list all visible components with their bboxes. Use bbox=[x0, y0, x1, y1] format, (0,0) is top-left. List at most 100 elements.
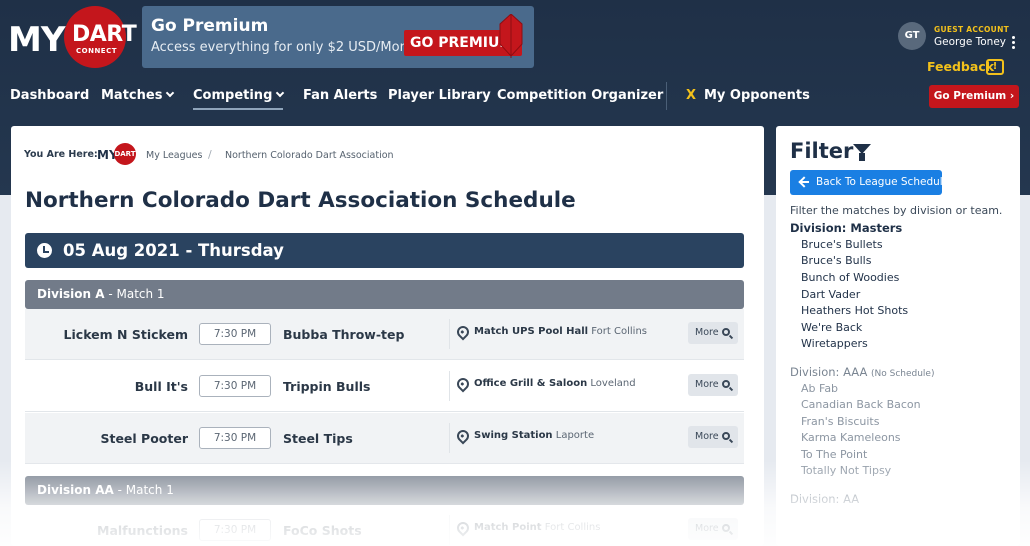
venue[interactable]: Match Point Fort Collins bbox=[474, 522, 600, 533]
home-team[interactable]: Bull It's bbox=[135, 379, 188, 394]
more-button[interactable]: More bbox=[688, 426, 738, 448]
location-pin-icon bbox=[454, 427, 472, 445]
avatar[interactable]: GT bbox=[898, 22, 926, 50]
divider bbox=[449, 515, 450, 545]
home-team[interactable]: Steel Pooter bbox=[100, 431, 188, 446]
home-team[interactable]: Malfunctions bbox=[97, 523, 188, 538]
search-icon bbox=[722, 432, 730, 440]
breadcrumb-separator: / bbox=[208, 148, 212, 161]
match-row: Lickem N Stickem 7:30 PM Bubba Throw-tep… bbox=[25, 309, 744, 360]
filter-team[interactable]: Heathers Hot Shots bbox=[801, 304, 908, 317]
division-name: Division A bbox=[37, 287, 105, 301]
date-header: 05 Aug 2021 - Thursday bbox=[25, 233, 744, 268]
divider bbox=[449, 319, 450, 349]
venue-city: Laporte bbox=[555, 430, 595, 441]
breadcrumb-current: Northern Colorado Dart Association bbox=[225, 150, 394, 161]
back-to-schedule-button[interactable]: Back To League Schedule bbox=[790, 170, 949, 195]
filter-team[interactable]: Canadian Back Bacon bbox=[801, 398, 921, 411]
home-team[interactable]: Lickem N Stickem bbox=[64, 327, 188, 342]
filter-team[interactable]: Bunch of Woodies bbox=[801, 271, 899, 284]
clock-icon bbox=[37, 243, 52, 258]
venue-name: Office Grill & Saloon bbox=[474, 378, 588, 389]
filter-division-aaa[interactable]: Division: AAA (No Schedule) bbox=[790, 365, 934, 379]
main-nav: Dashboard Matches Competing Fan Alerts P… bbox=[0, 82, 1030, 112]
division-header: Division AA - Match 1 bbox=[25, 476, 744, 505]
nav-my-opponents[interactable]: My Opponents bbox=[704, 88, 810, 103]
filter-team[interactable]: Totally Not Tipsy bbox=[801, 464, 891, 477]
filter-team[interactable]: Dart Vader bbox=[801, 288, 860, 301]
venue[interactable]: Office Grill & Saloon Loveland bbox=[474, 378, 636, 389]
filter-team[interactable]: To The Point bbox=[801, 448, 867, 461]
away-team[interactable]: Trippin Bulls bbox=[283, 379, 370, 394]
page-title: Northern Colorado Dart Association Sched… bbox=[25, 188, 576, 213]
division-header: Division A - Match 1 bbox=[25, 280, 744, 309]
more-button[interactable]: More bbox=[688, 518, 738, 540]
match-time: 7:30 PM bbox=[199, 427, 271, 449]
filter-team[interactable]: Ab Fab bbox=[801, 382, 838, 395]
breadcrumb-home-logo[interactable]: MY DART bbox=[97, 143, 141, 165]
more-button[interactable]: More bbox=[688, 374, 738, 396]
filter-team[interactable]: Wiretappers bbox=[801, 337, 868, 350]
breadcrumb-logo-dart: DART bbox=[114, 143, 136, 165]
filter-division-aaa-label: Division: AAA bbox=[790, 365, 868, 379]
venue-name: Swing Station bbox=[474, 430, 553, 441]
filter-title: Filter bbox=[790, 139, 854, 163]
account-name[interactable]: George Toney bbox=[934, 36, 1006, 48]
nav-active-indicator bbox=[193, 108, 283, 110]
mydartconnect-logo[interactable]: MY DART CONNECT bbox=[8, 6, 137, 68]
location-pin-icon bbox=[454, 375, 472, 393]
filter-team[interactable]: Bruce's Bullets bbox=[801, 238, 883, 251]
promo-subtitle: Access everything for only $2 USD/Month bbox=[151, 40, 422, 55]
filter-icon-stem bbox=[859, 153, 865, 161]
match-row: Steel Pooter 7:30 PM Steel Tips Swing St… bbox=[25, 413, 744, 464]
filter-team[interactable]: Karma Kameleons bbox=[801, 431, 901, 444]
nav-player-library[interactable]: Player Library bbox=[388, 88, 491, 103]
filter-team[interactable]: Bruce's Bulls bbox=[801, 254, 871, 267]
my-opponents-icon: X bbox=[686, 88, 697, 103]
more-label: More bbox=[695, 327, 719, 338]
nav-matches[interactable]: Matches bbox=[101, 88, 175, 103]
filter-team[interactable]: We're Back bbox=[801, 321, 862, 334]
division-name: Division AA bbox=[37, 483, 114, 497]
go-premium-button[interactable]: Go Premium › bbox=[929, 85, 1019, 108]
away-team[interactable]: FoCo Shots bbox=[283, 523, 362, 538]
match-time: 7:30 PM bbox=[199, 519, 271, 541]
more-label: More bbox=[695, 431, 719, 442]
logo-dart-text: DART bbox=[72, 22, 137, 47]
venue-name: Match UPS Pool Hall bbox=[474, 326, 589, 337]
away-team[interactable]: Bubba Throw-tep bbox=[283, 327, 404, 342]
nav-dashboard[interactable]: Dashboard bbox=[10, 88, 89, 103]
feedback-link[interactable]: Feedback bbox=[927, 59, 994, 74]
breadcrumb-my-leagues[interactable]: My Leagues bbox=[146, 150, 202, 161]
filter-description: Filter the matches by division or team. bbox=[790, 204, 1003, 217]
feedback-icon[interactable]: ! bbox=[986, 59, 1004, 75]
filter-division-masters[interactable]: Division: Masters bbox=[790, 221, 902, 235]
premium-promo-banner[interactable]: Go Premium Access everything for only $2… bbox=[142, 6, 534, 68]
search-icon bbox=[722, 380, 730, 388]
match-row: Bull It's 7:30 PM Trippin Bulls Office G… bbox=[25, 361, 744, 412]
logo-connect-text: CONNECT bbox=[76, 47, 117, 55]
location-pin-icon bbox=[454, 519, 472, 537]
chevron-down-icon bbox=[276, 88, 285, 98]
nav-competing[interactable]: Competing bbox=[193, 88, 285, 103]
search-icon bbox=[722, 524, 730, 532]
filter-team[interactable]: Fran's Biscuits bbox=[801, 415, 879, 428]
nav-fan-alerts[interactable]: Fan Alerts bbox=[303, 88, 377, 103]
venue-city: Loveland bbox=[590, 378, 636, 389]
venue[interactable]: Match UPS Pool Hall Fort Collins bbox=[474, 326, 647, 337]
nav-competition-organizer[interactable]: Competition Organizer bbox=[497, 88, 663, 103]
nav-matches-label: Matches bbox=[101, 88, 163, 103]
more-label: More bbox=[695, 523, 719, 534]
more-button[interactable]: More bbox=[688, 322, 738, 344]
promo-title: Go Premium bbox=[151, 16, 269, 36]
back-button-label: Back To League Schedule bbox=[816, 176, 950, 188]
away-team[interactable]: Steel Tips bbox=[283, 431, 353, 446]
no-schedule-note: (No Schedule) bbox=[871, 369, 935, 379]
filter-division-aa[interactable]: Division: AA bbox=[790, 492, 859, 506]
more-options-icon[interactable] bbox=[1009, 36, 1017, 52]
match-row: Malfunctions 7:30 PM FoCo Shots Match Po… bbox=[25, 505, 744, 546]
dart-icon bbox=[499, 14, 523, 58]
location-pin-icon bbox=[454, 323, 472, 341]
venue[interactable]: Swing Station Laporte bbox=[474, 430, 594, 441]
breadcrumb-label: You Are Here: bbox=[24, 149, 98, 160]
